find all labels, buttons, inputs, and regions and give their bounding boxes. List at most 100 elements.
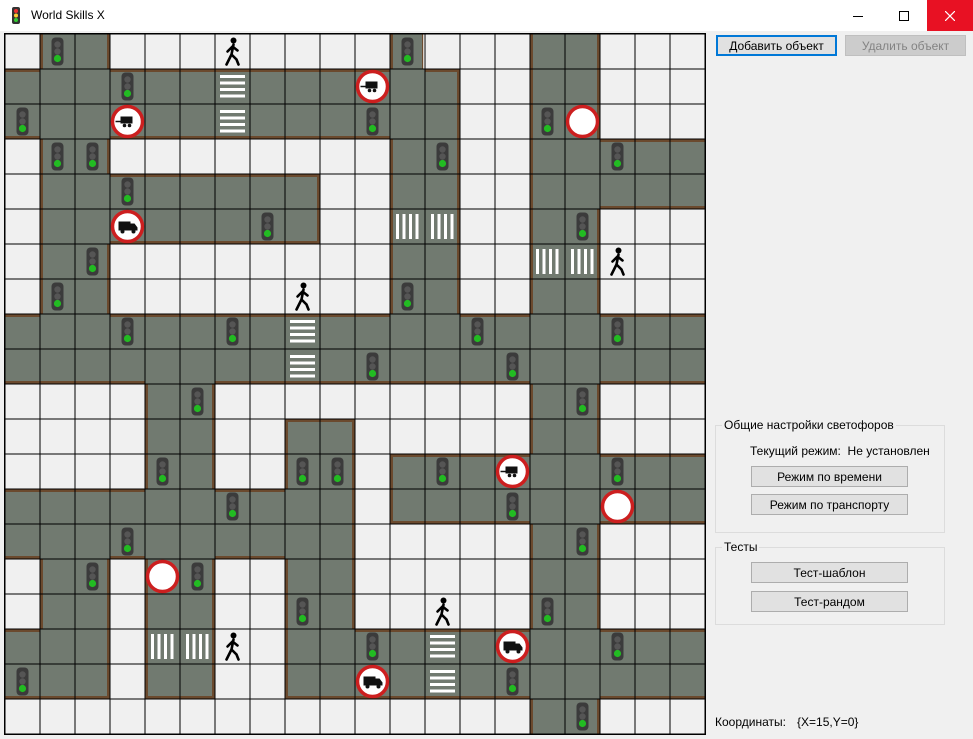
road-cell[interactable]	[425, 489, 460, 524]
road-cell[interactable]	[460, 454, 495, 489]
road-cell[interactable]	[75, 629, 110, 664]
road-cell[interactable]	[145, 524, 180, 559]
road-cell[interactable]	[530, 174, 565, 209]
road-cell[interactable]	[530, 69, 565, 104]
road-cell[interactable]	[670, 664, 705, 699]
road-cell[interactable]	[670, 174, 705, 209]
road-cell[interactable]	[635, 314, 670, 349]
road-cell[interactable]	[75, 279, 110, 314]
no-trucks-sign-icon[interactable]	[110, 209, 145, 244]
traffic-light-icon[interactable]	[86, 247, 99, 276]
road-cell[interactable]	[40, 209, 75, 244]
traffic-light-icon[interactable]	[436, 457, 449, 486]
road-cell[interactable]	[425, 209, 460, 244]
traffic-light-icon[interactable]	[121, 527, 134, 556]
road-cell[interactable]	[670, 454, 705, 489]
traffic-light-icon[interactable]	[191, 387, 204, 416]
road-cell[interactable]	[425, 69, 460, 104]
road-cell[interactable]	[145, 419, 180, 454]
road-cell[interactable]	[215, 69, 250, 104]
road-cell[interactable]	[75, 209, 110, 244]
road-cell[interactable]	[425, 244, 460, 279]
road-cell[interactable]	[40, 594, 75, 629]
road-cell[interactable]	[530, 419, 565, 454]
road-cell[interactable]	[75, 314, 110, 349]
traffic-light-icon[interactable]	[611, 317, 624, 346]
road-cell[interactable]	[40, 349, 75, 384]
road-cell[interactable]	[40, 69, 75, 104]
road-cell[interactable]	[600, 174, 635, 209]
road-cell[interactable]	[250, 314, 285, 349]
road-cell[interactable]	[530, 279, 565, 314]
road-cell[interactable]	[495, 314, 530, 349]
road-cell[interactable]	[390, 174, 425, 209]
road-cell[interactable]	[285, 69, 320, 104]
road-cell[interactable]	[40, 314, 75, 349]
road-cell[interactable]	[285, 419, 320, 454]
road-cell[interactable]	[530, 314, 565, 349]
road-cell[interactable]	[530, 524, 565, 559]
road-cell[interactable]	[5, 69, 40, 104]
road-cell[interactable]	[460, 489, 495, 524]
road-cell[interactable]	[180, 349, 215, 384]
road-cell[interactable]	[180, 664, 215, 699]
traffic-light-icon[interactable]	[611, 632, 624, 661]
road-cell[interactable]	[250, 104, 285, 139]
road-cell[interactable]	[670, 314, 705, 349]
road-cell[interactable]	[320, 104, 355, 139]
road-cell[interactable]	[180, 594, 215, 629]
traffic-light-icon[interactable]	[86, 142, 99, 171]
road-cell[interactable]	[390, 629, 425, 664]
traffic-light-icon[interactable]	[16, 107, 29, 136]
road-cell[interactable]	[565, 279, 600, 314]
road-cell[interactable]	[180, 314, 215, 349]
traffic-light-icon[interactable]	[261, 212, 274, 241]
road-cell[interactable]	[110, 489, 145, 524]
traffic-light-icon[interactable]	[506, 667, 519, 696]
traffic-light-icon[interactable]	[541, 107, 554, 136]
road-cell[interactable]	[75, 174, 110, 209]
road-cell[interactable]	[145, 174, 180, 209]
traffic-light-icon[interactable]	[226, 492, 239, 521]
map-canvas[interactable]	[5, 34, 705, 734]
road-cell[interactable]	[635, 139, 670, 174]
traffic-light-icon[interactable]	[86, 562, 99, 591]
traffic-light-icon[interactable]	[471, 317, 484, 346]
road-cell[interactable]	[320, 559, 355, 594]
road-cell[interactable]	[425, 314, 460, 349]
road-cell[interactable]	[215, 104, 250, 139]
road-cell[interactable]	[180, 104, 215, 139]
road-cell[interactable]	[460, 664, 495, 699]
road-cell[interactable]	[5, 629, 40, 664]
traffic-light-icon[interactable]	[576, 212, 589, 241]
road-cell[interactable]	[425, 279, 460, 314]
road-cell[interactable]	[390, 104, 425, 139]
traffic-light-icon[interactable]	[331, 457, 344, 486]
road-cell[interactable]	[320, 489, 355, 524]
traffic-light-icon[interactable]	[121, 72, 134, 101]
road-cell[interactable]	[180, 454, 215, 489]
road-cell[interactable]	[530, 454, 565, 489]
road-cell[interactable]	[5, 489, 40, 524]
road-cell[interactable]	[40, 524, 75, 559]
road-cell[interactable]	[250, 69, 285, 104]
traffic-light-icon[interactable]	[611, 142, 624, 171]
road-cell[interactable]	[145, 489, 180, 524]
road-cell[interactable]	[75, 594, 110, 629]
traffic-light-icon[interactable]	[576, 702, 589, 731]
road-cell[interactable]	[530, 664, 565, 699]
road-cell[interactable]	[145, 69, 180, 104]
road-cell[interactable]	[635, 629, 670, 664]
road-cell[interactable]	[40, 629, 75, 664]
road-cell[interactable]	[390, 454, 425, 489]
road-cell[interactable]	[40, 664, 75, 699]
road-cell[interactable]	[425, 629, 460, 664]
add-object-button[interactable]: Добавить объект	[716, 35, 837, 56]
time-mode-button[interactable]: Режим по времени	[751, 466, 908, 487]
traffic-light-icon[interactable]	[366, 352, 379, 381]
road-cell[interactable]	[565, 314, 600, 349]
traffic-light-icon[interactable]	[401, 37, 414, 66]
road-cell[interactable]	[635, 174, 670, 209]
road-cell[interactable]	[285, 664, 320, 699]
road-cell[interactable]	[670, 139, 705, 174]
